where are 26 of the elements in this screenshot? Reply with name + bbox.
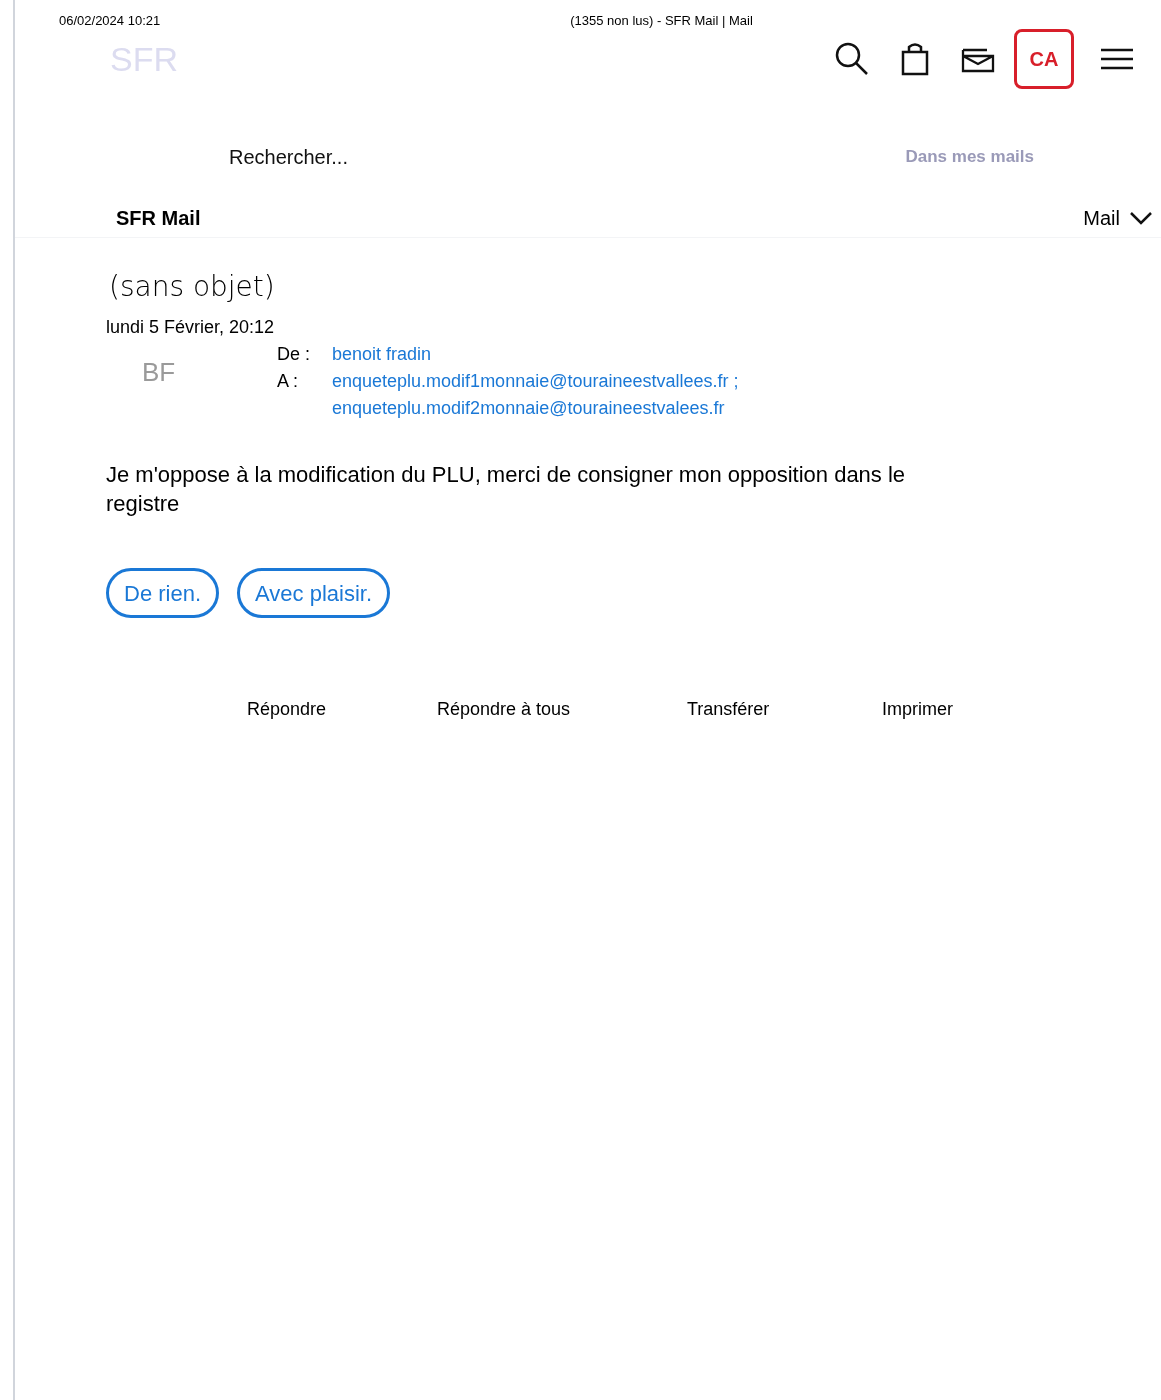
- shopping-bag-icon[interactable]: [900, 42, 930, 76]
- app-title: SFR Mail: [116, 205, 201, 231]
- message-body: Je m'oppose à la modification du PLU, merci de consigner mon opposition dans le registre: [106, 461, 907, 518]
- account-button[interactable]: CA: [1014, 29, 1074, 89]
- message-date: lundi 5 Février, 20:12: [106, 316, 276, 339]
- recipient-link[interactable]: enqueteplu.modif2monnaie@touraineestvalees.fr: [332, 395, 739, 422]
- menu-icon[interactable]: [1100, 47, 1134, 71]
- quick-reply-button[interactable]: Avec plaisir.: [237, 568, 391, 618]
- from-label: De :: [277, 343, 310, 366]
- sender-avatar: BF: [142, 356, 177, 389]
- message-action-button[interactable]: Répondre: [247, 696, 437, 723]
- message-action-button[interactable]: Répondre à tous: [437, 696, 687, 723]
- recipient-link[interactable]: enqueteplu.modif1monnaie@touraineestvallees.fr ;: [332, 368, 739, 395]
- chevron-down-icon: [1130, 210, 1152, 225]
- print-title: (1355 non lus) - SFR Mail | Mail: [570, 11, 753, 30]
- search-icon[interactable]: [834, 41, 870, 77]
- search-scope-label[interactable]: Dans mes mails: [905, 144, 1034, 170]
- print-date: 06/02/2024 10:21: [59, 11, 161, 30]
- message-action-button[interactable]: Transférer: [687, 696, 882, 723]
- to-label: A :: [277, 370, 299, 393]
- search-field[interactable]: Rechercher...: [229, 142, 629, 172]
- quick-reply-button[interactable]: De rien.: [106, 568, 220, 618]
- sender-link[interactable]: benoit fradin: [332, 341, 739, 368]
- mail-dropdown[interactable]: Mail: [1083, 202, 1152, 233]
- message-action-button[interactable]: Imprimer: [882, 696, 1002, 723]
- message-subject: (sans objet): [109, 269, 276, 305]
